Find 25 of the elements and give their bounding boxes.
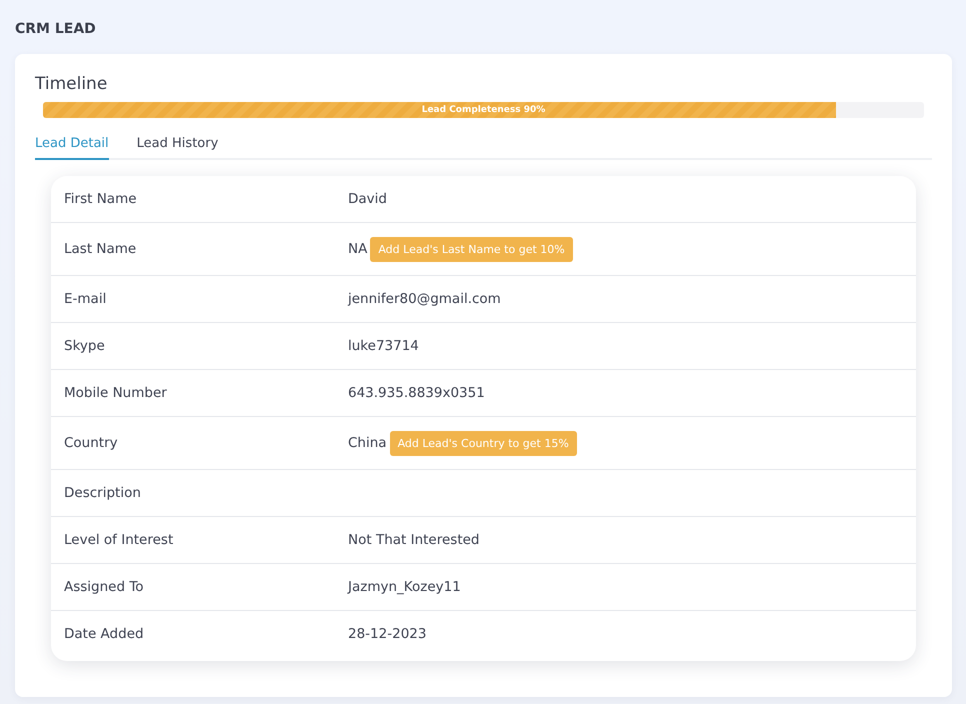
hint-badge: Add Lead's Country to get 15% <box>390 430 577 456</box>
field-label: Description <box>63 485 142 501</box>
page-title: CRM LEAD <box>15 21 97 39</box>
field-label: Skype <box>63 338 106 354</box>
field-label: Country <box>63 435 119 451</box>
field-value: China <box>348 435 387 451</box>
field-value: David <box>348 191 387 207</box>
field-value: 28-12-2023 <box>348 626 426 642</box>
field-value: Not That Interested <box>348 532 480 548</box>
field-value: Jazmyn_Kozey11 <box>348 579 461 595</box>
field-label: Level of Interest <box>63 532 174 548</box>
field-label: Date Added <box>63 626 145 642</box>
field-label: E-mail <box>63 291 108 307</box>
section-title: Timeline <box>35 74 108 96</box>
field-value: NA <box>348 241 368 257</box>
field-value: 643.935.8839x0351 <box>348 385 485 401</box>
field-label: Mobile Number <box>63 385 168 401</box>
field-value: jennifer80@gmail.com <box>348 291 501 307</box>
field-value: luke73714 <box>348 338 419 354</box>
tab[interactable]: Lead History <box>136 132 218 160</box>
field-label: Last Name <box>63 241 138 257</box>
field-label: First Name <box>63 191 138 207</box>
field-label: Assigned To <box>63 579 145 595</box>
progress-label: Lead Completeness 90% <box>422 104 546 117</box>
hint-badge: Add Lead's Last Name to get 10% <box>370 236 573 262</box>
